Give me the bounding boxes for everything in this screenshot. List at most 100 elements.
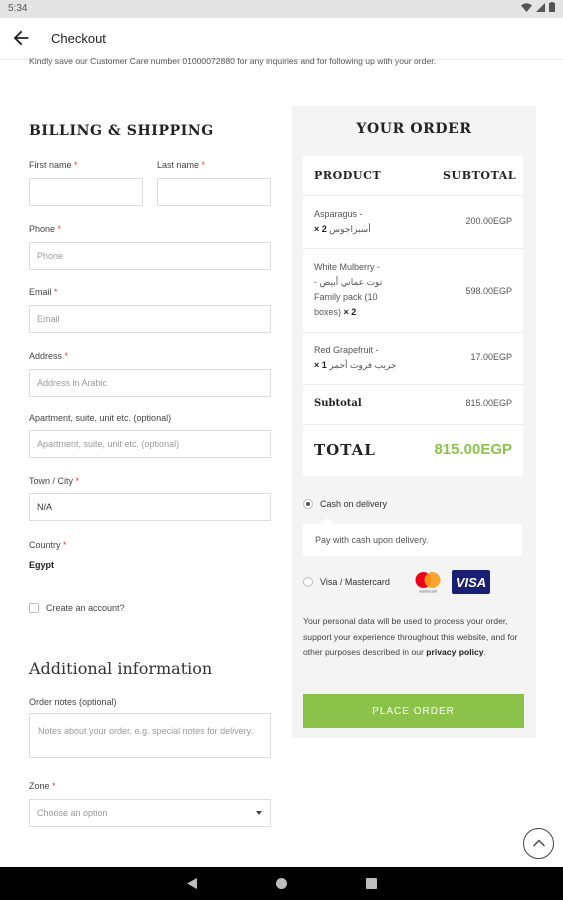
order-heading: YOUR ORDER <box>356 121 472 137</box>
nav-recents-icon[interactable] <box>366 878 377 889</box>
item-name-tail: boxes) <box>314 307 342 317</box>
nav-back-icon[interactable] <box>186 877 198 890</box>
required-mark: * <box>52 781 56 791</box>
phone-label: Phone * <box>29 224 61 234</box>
page-title: Checkout <box>51 31 106 46</box>
item-qty: × 2 <box>314 224 327 234</box>
app-bar: Checkout <box>0 18 563 60</box>
additional-info-heading: Additional information <box>29 659 213 678</box>
cod-radio[interactable] <box>303 499 313 509</box>
zone-select[interactable]: Choose an option <box>29 799 271 827</box>
first-name-label-text: First name <box>29 160 72 170</box>
order-notes-label: Order notes (optional) <box>29 697 117 707</box>
last-name-field[interactable] <box>157 178 271 206</box>
apartment-label: Apartment, suite, unit etc. (optional) <box>29 413 172 423</box>
first-name-label: First name * <box>29 160 78 170</box>
address-field[interactable]: Address in Arabic <box>29 369 271 397</box>
address-label-text: Address <box>29 351 63 361</box>
order-item-asparagus: Asparagus - × 2 أسبراجوس <box>314 207 424 237</box>
total-value: 815.00EGP <box>434 441 512 458</box>
order-notes-field[interactable]: Notes about your order, e.g. special not… <box>29 713 271 758</box>
subtotal-column-header: SUBTOTAL <box>443 169 517 182</box>
town-label: Town / City * <box>29 476 79 486</box>
apartment-field[interactable]: Apartment, suite, unit etc. (optional) <box>29 430 271 458</box>
town-field[interactable]: N/A <box>29 493 271 521</box>
product-column-header: PRODUCT <box>314 169 382 182</box>
zone-label-text: Zone <box>29 781 50 791</box>
email-label: Email * <box>29 287 58 297</box>
dropdown-caret-icon <box>256 811 262 815</box>
card-label[interactable]: Visa / Mastercard <box>320 577 390 587</box>
system-nav-bar <box>0 867 563 900</box>
privacy-notice: Your personal data will be used to proce… <box>303 616 518 657</box>
status-icons <box>521 2 555 12</box>
phone-field[interactable]: Phone <box>29 242 271 270</box>
last-name-label: Last name * <box>157 160 205 170</box>
billing-heading: BILLING & SHIPPING <box>29 123 214 139</box>
zone-select-value: Choose an option <box>37 808 108 818</box>
cod-description: Pay with cash upon delivery. <box>303 518 522 556</box>
required-mark: * <box>74 160 78 170</box>
item-name-line: Family pack (10 <box>314 292 378 302</box>
cod-label[interactable]: Cash on delivery <box>320 499 387 509</box>
item-name-line: × 1 جريب فروت أحمر <box>314 358 424 373</box>
item-price: 17.00EGP <box>470 352 512 362</box>
divider <box>303 384 523 385</box>
divider <box>303 332 523 333</box>
item-qty: × 2 <box>343 307 357 317</box>
required-mark: * <box>75 476 80 486</box>
item-name-line: Red Grapefruit - <box>314 345 379 355</box>
status-bar: 5:34 <box>0 0 563 18</box>
item-name-line: Asparagus - <box>314 209 363 219</box>
email-label-text: Email <box>29 287 52 297</box>
subtotal-value: 815.00EGP <box>465 398 512 408</box>
item-name-arabic: - توت عماني أبيض <box>314 277 383 287</box>
address-label: Address * <box>29 351 68 361</box>
create-account-label[interactable]: Create an account? <box>46 603 125 613</box>
chevron-up-icon <box>533 839 545 847</box>
last-name-label-text: Last name <box>157 160 200 170</box>
country-label-text: Country <box>29 540 61 550</box>
customer-care-notice: Kindly save our Customer Care number 010… <box>29 56 436 66</box>
battery-icon <box>549 2 555 12</box>
divider <box>303 424 523 425</box>
place-order-button[interactable]: PLACE ORDER <box>303 694 524 728</box>
phone-label-text: Phone <box>29 224 56 234</box>
item-name-arabic: أسبراجوس <box>329 224 371 234</box>
subtotal-label: Subtotal <box>314 398 362 409</box>
scroll-to-top-button[interactable] <box>523 828 554 859</box>
back-arrow-icon[interactable] <box>10 27 32 49</box>
visa-logo-text: VISA <box>456 575 486 590</box>
wifi-icon <box>521 2 532 12</box>
required-mark: * <box>63 540 67 550</box>
mastercard-logo-icon: mastercard <box>415 572 441 594</box>
order-item-white-mulberry: White Mulberry - - توت عماني أبيض Family… <box>314 260 424 320</box>
order-item-red-grapefruit: Red Grapefruit - × 1 جريب فروت أحمر <box>314 343 424 373</box>
email-field[interactable]: Email <box>29 305 271 333</box>
privacy-policy-link[interactable]: privacy policy <box>426 647 483 657</box>
total-label: TOTAL <box>314 441 376 459</box>
item-qty: × 1 <box>314 360 327 370</box>
item-name-line: × 2 أسبراجوس <box>314 222 424 237</box>
item-name-line: White Mulberry - <box>314 262 381 272</box>
card-radio[interactable] <box>303 577 313 587</box>
visa-logo-icon: VISA <box>452 570 490 594</box>
item-price: 200.00EGP <box>465 216 512 226</box>
create-account-checkbox[interactable] <box>29 603 39 613</box>
first-name-field[interactable] <box>29 178 143 206</box>
status-time: 5:34 <box>8 3 28 14</box>
signal-icon <box>536 2 545 12</box>
required-mark: * <box>201 160 206 170</box>
divider <box>303 248 523 249</box>
item-price: 598.00EGP <box>465 286 512 296</box>
item-name-line: boxes) × 2 <box>314 305 424 320</box>
country-value: Egypt <box>29 560 55 570</box>
mastercard-caption: mastercard <box>419 590 437 594</box>
zone-label: Zone * <box>29 781 56 791</box>
divider <box>303 195 523 196</box>
required-mark: * <box>54 287 58 297</box>
required-mark: * <box>57 224 62 234</box>
privacy-text: Your personal data will be used to proce… <box>303 616 518 657</box>
item-name-arabic: جريب فروت أحمر <box>329 360 397 370</box>
nav-home-icon[interactable] <box>275 877 288 890</box>
